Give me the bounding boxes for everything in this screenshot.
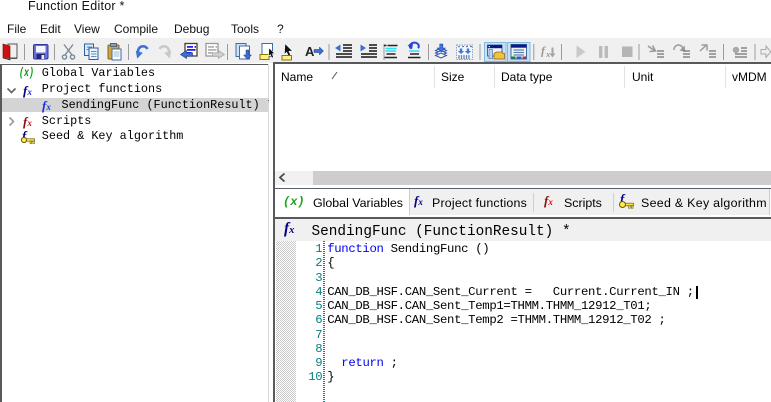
svg-text:A: A (305, 44, 315, 59)
